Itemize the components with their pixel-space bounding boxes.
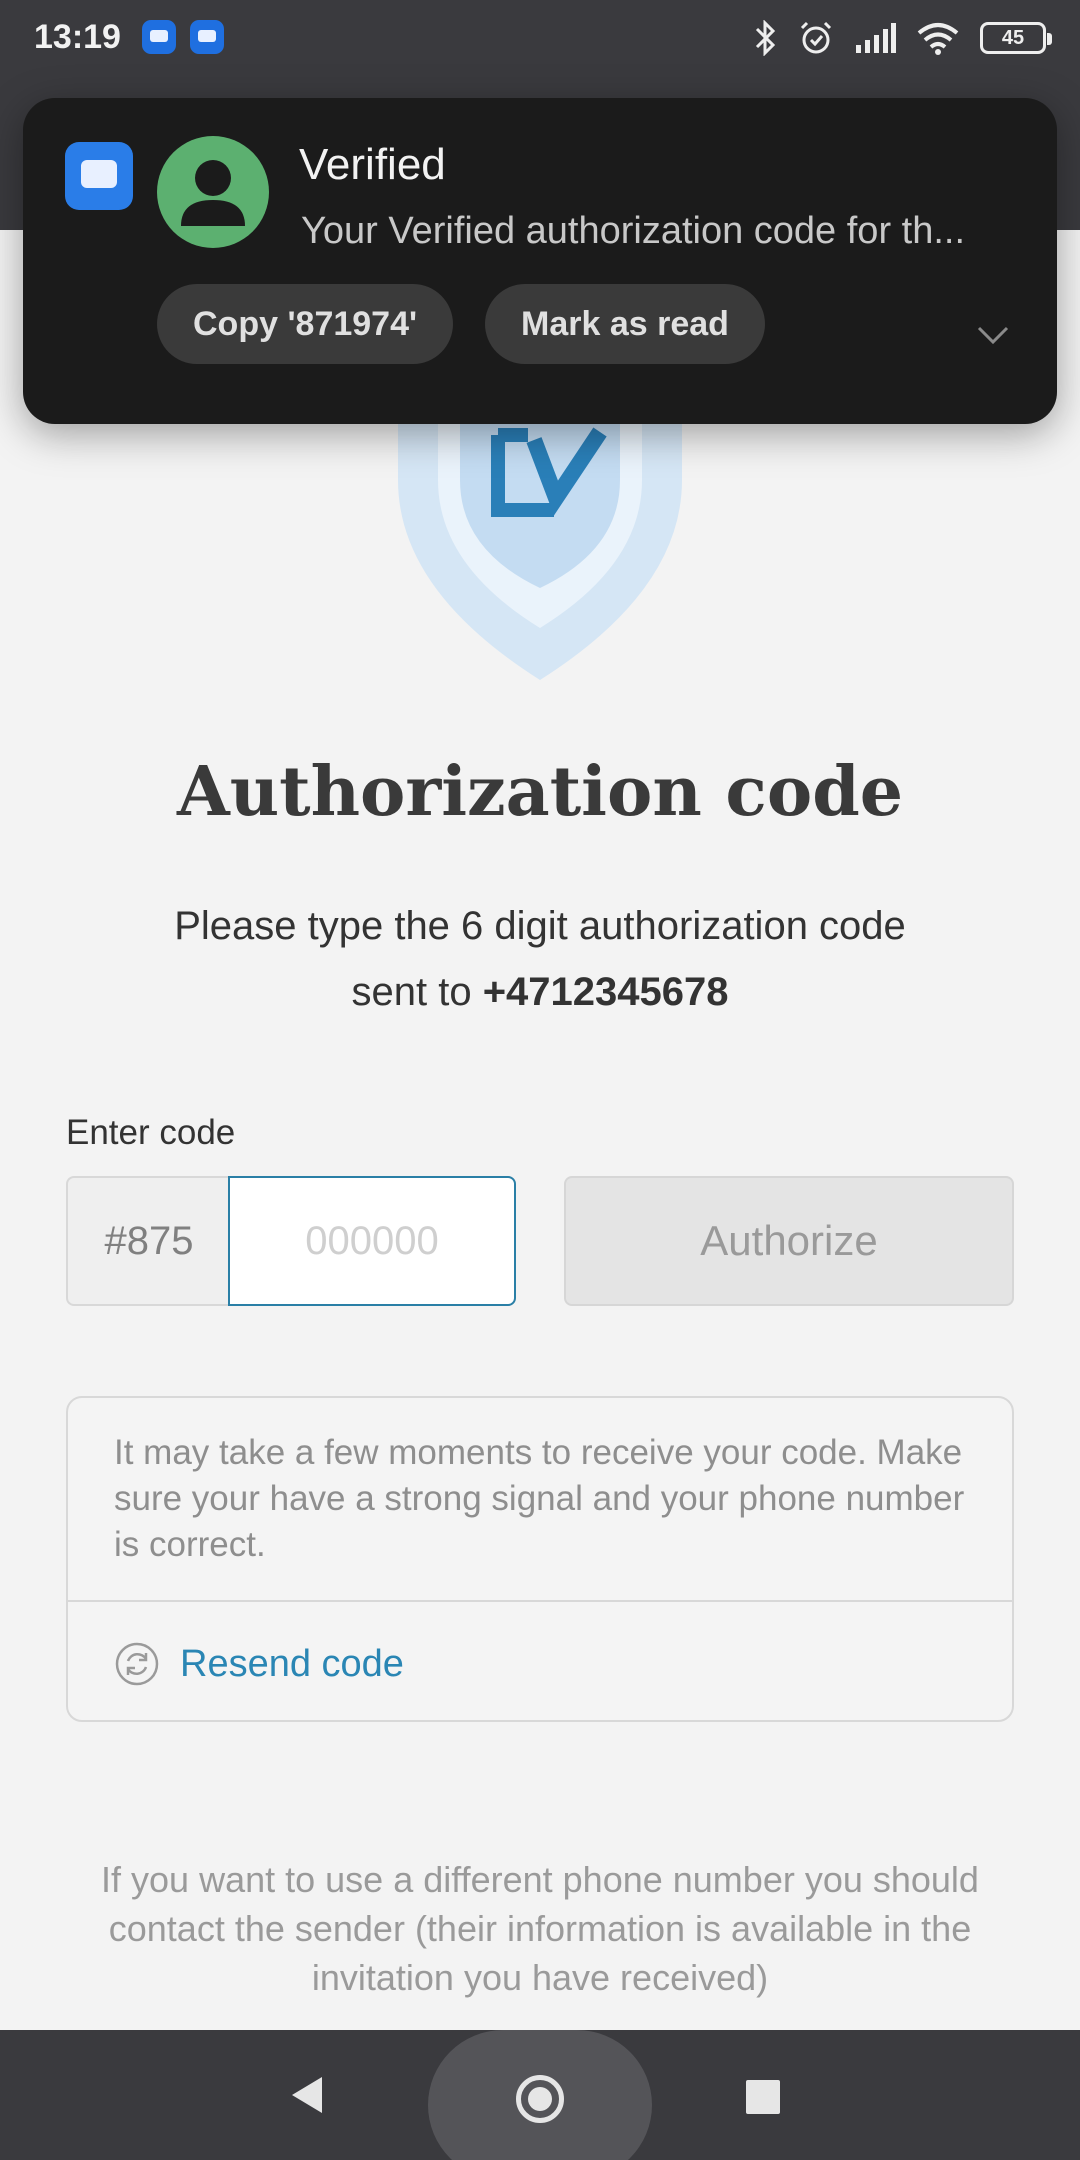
alarm-icon [800, 21, 832, 54]
home-button[interactable] [428, 2030, 652, 2160]
messages-icon [65, 142, 133, 210]
chevron-down-icon[interactable] [973, 320, 1013, 350]
battery-icon: 45 [980, 22, 1052, 54]
notification-body: Your Verified authorization code for th.… [301, 210, 966, 252]
mark-as-read-button[interactable]: Mark as read [485, 284, 765, 364]
status-time: 13:19 [34, 18, 121, 56]
messages-icon [190, 20, 224, 54]
contact-avatar [157, 136, 269, 248]
code-input[interactable] [228, 1176, 516, 1306]
page-title: Authorization code [176, 752, 904, 832]
home-icon [516, 2075, 564, 2123]
bluetooth-icon [755, 20, 776, 56]
back-icon[interactable] [290, 2075, 324, 2115]
instructions-line: Please type the 6 digit authorization co… [174, 904, 906, 948]
phone-number: +4712345678 [482, 970, 729, 1014]
person-icon [181, 160, 245, 226]
footer-note: If you want to use a different phone num… [101, 1859, 979, 1998]
signal-icon [856, 23, 896, 53]
info-card: It may take a few moments to receive you… [66, 1396, 1014, 1722]
instructions: Please type the 6 digit authorization co… [90, 893, 990, 1025]
message-notification[interactable]: Verified Your Verified authorization cod… [23, 98, 1057, 424]
resend-code-label: Resend code [180, 1642, 404, 1685]
code-prefix: #875 [66, 1176, 230, 1306]
copy-code-button[interactable]: Copy '871974' [157, 284, 454, 364]
resend-code-link[interactable]: Resend code [114, 1634, 404, 1694]
navigation-bar [0, 2030, 1080, 2160]
instructions-prefix: sent to [351, 970, 472, 1014]
authorize-button[interactable]: Authorize [564, 1176, 1014, 1306]
refresh-icon [115, 1642, 159, 1686]
info-text: It may take a few moments to receive you… [114, 1433, 965, 1564]
divider [68, 1600, 1012, 1602]
status-bar: 13:19 45 [0, 0, 1080, 78]
enter-code-label: Enter code [66, 1113, 236, 1152]
notification-sender: Verified [299, 140, 446, 189]
messages-icon [142, 20, 176, 54]
wifi-icon [917, 23, 959, 55]
recent-apps-icon[interactable] [746, 2080, 780, 2114]
instructions-line: sent to +4712345678 [90, 959, 990, 1025]
